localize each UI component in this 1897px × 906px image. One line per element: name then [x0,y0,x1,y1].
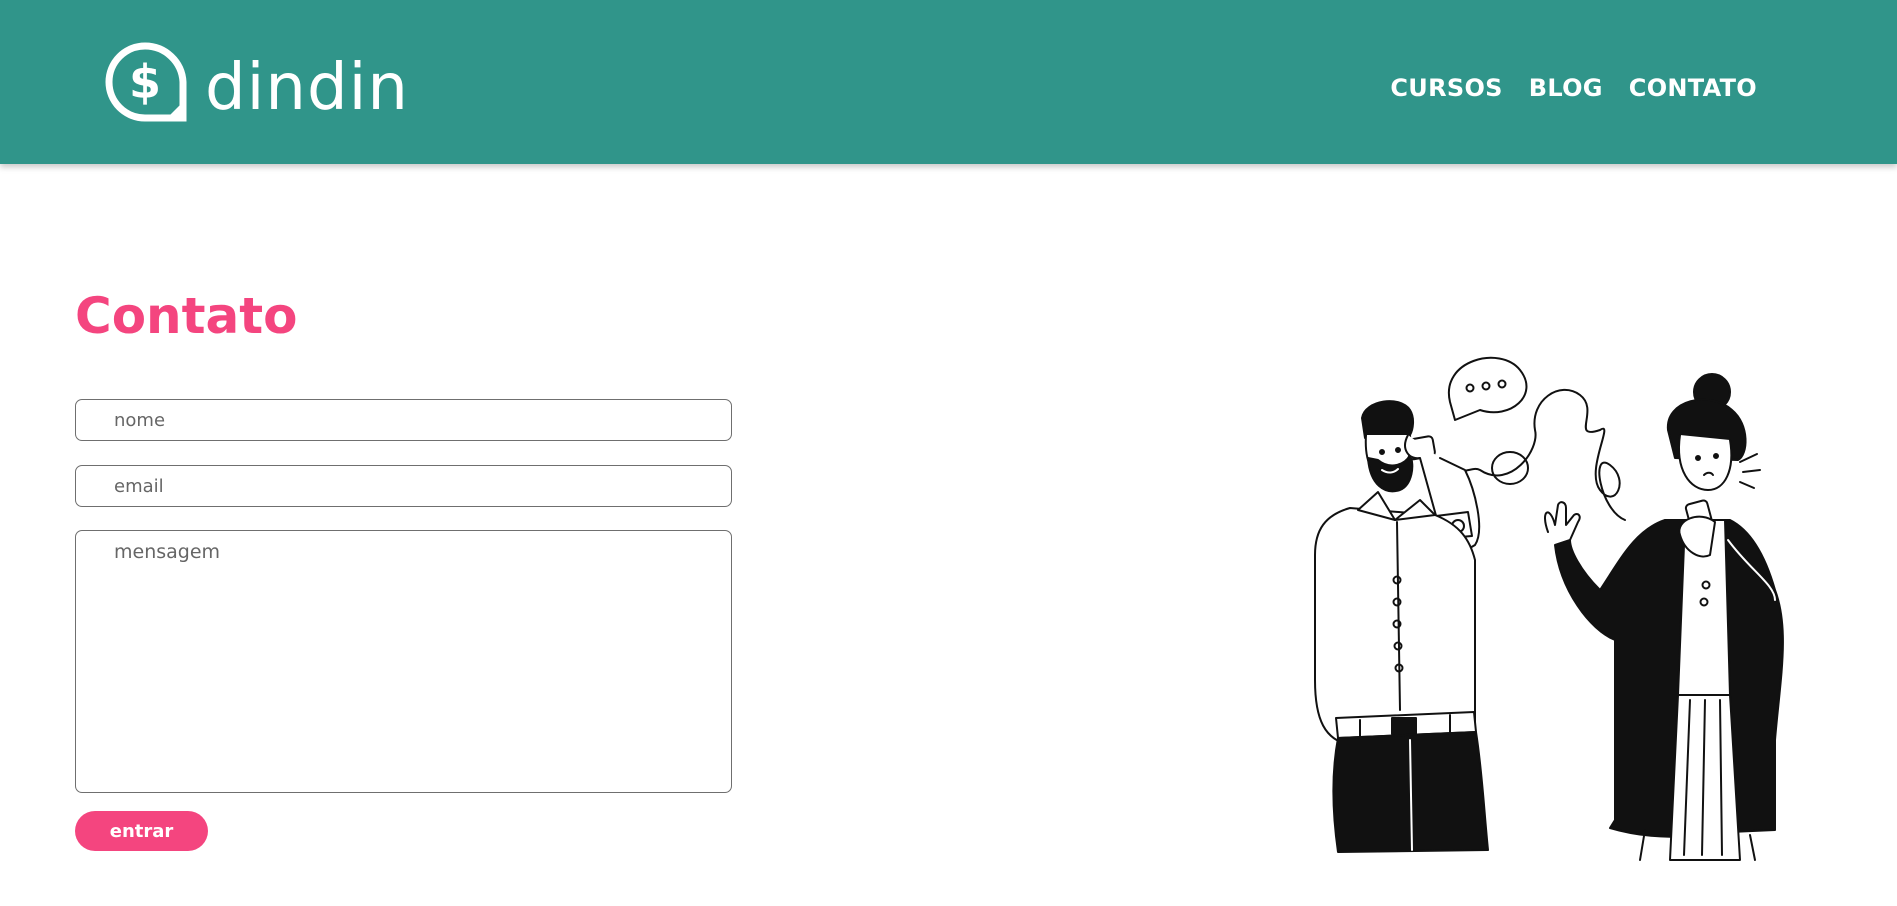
nav-link-contato[interactable]: CONTATO [1629,74,1757,102]
svg-text:$: $ [129,55,161,109]
brand-name: dindin [205,51,409,125]
email-input[interactable] [75,465,732,507]
page-title: Contato [75,287,298,345]
people-talking-illustration [1314,356,1784,861]
dollar-speech-bubble-icon: $ [105,42,187,122]
nav-link-blog[interactable]: BLOG [1529,74,1603,102]
message-textarea[interactable] [75,530,732,793]
submit-button[interactable]: entrar [75,811,208,851]
site-header: $ dindin CURSOS BLOG CONTATO [0,0,1897,164]
name-input[interactable] [75,399,732,441]
logo[interactable]: $ dindin [103,40,409,124]
main-nav: CURSOS BLOG CONTATO [1390,74,1757,102]
nav-link-cursos[interactable]: CURSOS [1390,74,1502,102]
